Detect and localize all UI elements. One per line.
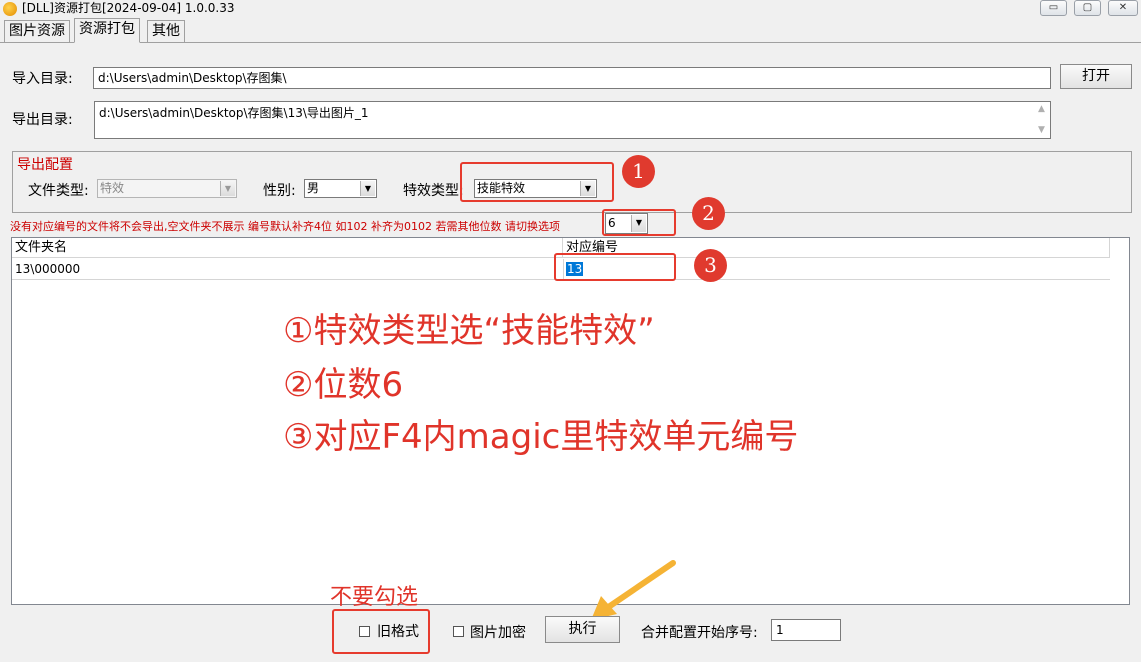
- import-label: 导入目录:: [12, 71, 73, 87]
- scroll-down-icon[interactable]: ▼: [1038, 125, 1045, 135]
- close-button[interactable]: ✕: [1108, 0, 1138, 16]
- chevron-down-icon: ▼: [220, 181, 235, 196]
- annotation-box-3: [554, 253, 676, 281]
- annotation-circle-3: 3: [694, 249, 727, 282]
- maximize-button[interactable]: ▢: [1074, 0, 1101, 16]
- file-type-select: 特效 ▼: [97, 179, 237, 198]
- open-button[interactable]: 打开: [1060, 64, 1132, 89]
- gender-value: 男: [307, 181, 320, 195]
- tab-resource-pack[interactable]: 资源打包: [74, 18, 140, 43]
- column-header-folder[interactable]: 文件夹名: [12, 238, 563, 258]
- chevron-down-icon[interactable]: ▼: [360, 181, 375, 196]
- start-index-input[interactable]: 1: [771, 619, 841, 641]
- file-type-label: 文件类型:: [28, 183, 89, 199]
- annotation-box-2: [602, 209, 676, 236]
- tab-other[interactable]: 其他: [147, 20, 185, 42]
- encrypt-checkbox[interactable]: [453, 626, 464, 637]
- file-type-value: 特效: [100, 181, 125, 195]
- window-title: [DLL]资源打包[2024-09-04] 1.0.0.33: [22, 1, 235, 15]
- annotation-circle-1: 1: [622, 155, 655, 188]
- effect-type-label: 特效类型:: [403, 183, 464, 199]
- export-label: 导出目录:: [12, 112, 73, 128]
- annotation-note-2: ②位数6: [283, 365, 404, 405]
- notice-text: 没有对应编号的文件将不会导出,空文件夹不展示 编号默认补齐4位 如102 补齐为…: [10, 220, 560, 233]
- import-directory-input[interactable]: d:\Users\admin\Desktop\存图集\: [93, 67, 1051, 89]
- old-format-checkbox[interactable]: [359, 626, 370, 637]
- folder-cell[interactable]: 13\000000: [12, 259, 563, 279]
- scroll-up-icon[interactable]: ▲: [1038, 104, 1045, 114]
- annotation-dont-check: 不要勾选: [330, 585, 419, 610]
- execute-button[interactable]: 执行: [545, 616, 620, 643]
- export-config-title: 导出配置: [17, 157, 73, 173]
- minimize-button[interactable]: ▭: [1040, 0, 1067, 16]
- tab-image-resources[interactable]: 图片资源: [4, 20, 70, 42]
- gender-label: 性别:: [263, 183, 296, 199]
- old-format-label: 旧格式: [377, 624, 419, 640]
- annotation-note-3: ③对应F4内magic里特效单元编号: [283, 417, 799, 457]
- annotation-note-1: ①特效类型选“技能特效”: [283, 311, 655, 351]
- annotation-box-1: [460, 162, 614, 202]
- app-icon: [3, 2, 17, 16]
- gender-select[interactable]: 男 ▼: [304, 179, 377, 198]
- annotation-circle-2: 2: [692, 197, 725, 230]
- start-index-label: 合并配置开始序号:: [641, 625, 758, 641]
- encrypt-label: 图片加密: [470, 625, 526, 641]
- export-directory-input[interactable]: d:\Users\admin\Desktop\存图集\13\导出图片_1: [94, 101, 1051, 139]
